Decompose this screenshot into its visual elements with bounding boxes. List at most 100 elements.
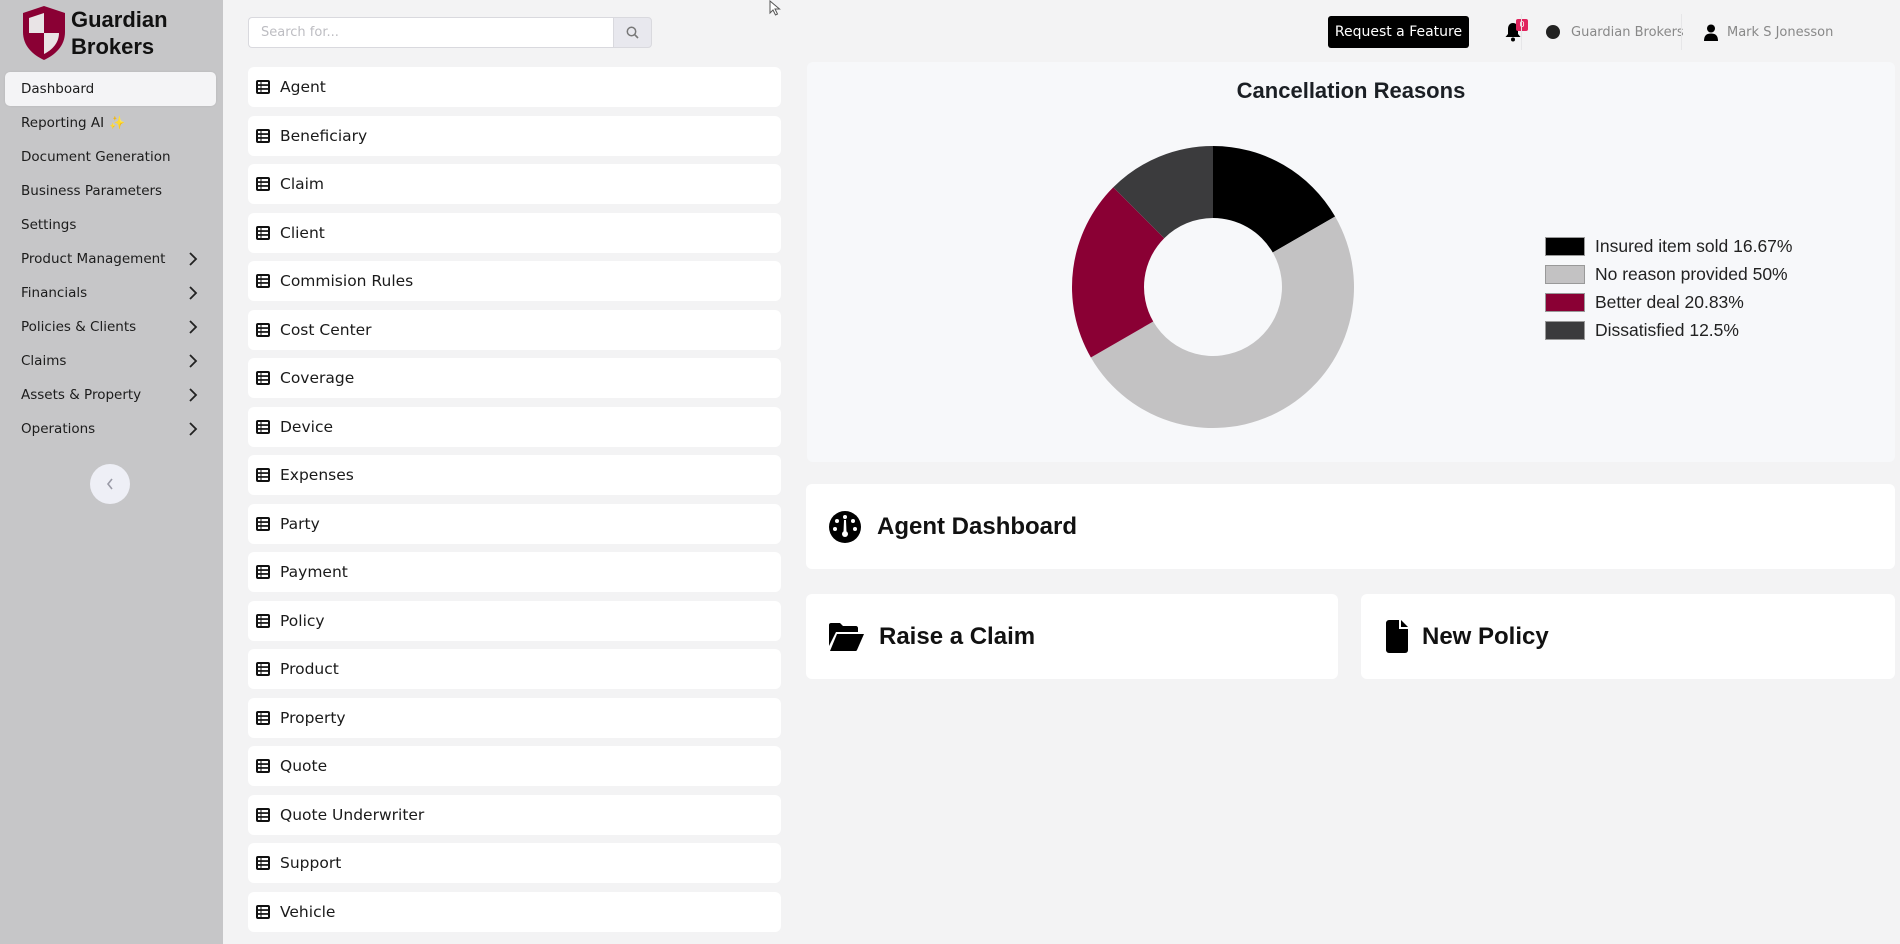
sidebar-item-product-management[interactable]: Product Management (5, 242, 216, 276)
organization-switcher[interactable]: Guardian Brokers (1546, 20, 1684, 44)
table-icon (256, 419, 270, 434)
table-icon (256, 128, 270, 143)
entity-label: Vehicle (280, 902, 336, 921)
header-divider (1521, 14, 1522, 50)
search-input[interactable] (248, 17, 613, 48)
entity-label: Property (280, 708, 346, 727)
legend-item[interactable]: No reason provided 50% (1545, 260, 1792, 288)
sidebar-nav: Dashboard Reporting AI ✨ Document Genera… (5, 72, 216, 446)
legend-item[interactable]: Dissatisfied 12.5% (1545, 316, 1792, 344)
entity-list-item[interactable]: Product (248, 649, 781, 689)
raise-claim-label: Raise a Claim (879, 622, 1036, 650)
table-icon (256, 565, 270, 579)
entity-list-item[interactable]: Client (248, 212, 781, 253)
entity-list-item[interactable]: Support (248, 843, 781, 883)
sidebar-item-claims[interactable]: Claims (5, 344, 216, 378)
entity-list-item[interactable]: Device (248, 406, 781, 447)
entity-label: Commision Rules (280, 272, 414, 290)
table-icon (256, 613, 270, 628)
sidebar-item-label: Dashboard (21, 81, 95, 97)
entity-list-item[interactable]: Claim (248, 164, 781, 204)
chevron-right-icon (189, 286, 198, 300)
entity-list-item[interactable]: Expenses (248, 455, 781, 495)
search-button[interactable] (613, 17, 652, 48)
sidebar-item-label: Document Generation (21, 149, 171, 165)
table-icon (256, 710, 270, 725)
entity-list-item[interactable]: Quote (248, 746, 781, 786)
agent-dashboard-card[interactable]: Agent Dashboard (806, 484, 1895, 569)
sidebar-item-business-parameters[interactable]: Business Parameters (5, 174, 216, 208)
entity-list-item[interactable]: Vehicle (248, 891, 781, 932)
legend-swatch (1545, 236, 1585, 256)
sidebar-item-financials[interactable]: Financials (5, 276, 216, 310)
legend-label: No reason provided 50% (1595, 263, 1788, 284)
user-name: Mark S Jonesson (1727, 24, 1834, 40)
entity-list-item[interactable]: Policy (248, 600, 781, 641)
entity-list-item[interactable]: Party (248, 503, 781, 544)
user-menu[interactable]: Mark S Jonesson (1704, 20, 1833, 44)
entity-list-item[interactable]: Quote Underwriter (248, 794, 781, 835)
header-divider (1681, 14, 1682, 50)
entity-list-item[interactable]: Commision Rules (248, 261, 781, 301)
table-icon (256, 759, 270, 773)
sidebar-item-label: Financials (21, 285, 88, 301)
chevron-right-icon (189, 422, 198, 436)
sidebar-item-operations[interactable]: Operations (5, 412, 216, 446)
sidebar-item-label: Claims (21, 353, 67, 369)
notification-badge: 0 (1516, 19, 1528, 31)
sidebar-item-policies-clients[interactable]: Policies & Clients (5, 310, 216, 344)
search-icon (626, 26, 639, 39)
entity-label: Cost Center (280, 320, 372, 339)
entity-list-item[interactable]: Property (248, 697, 781, 738)
search-bar (248, 17, 652, 48)
table-icon (256, 371, 270, 385)
sidebar-item-reporting-ai[interactable]: Reporting AI ✨ (5, 106, 216, 140)
chevron-right-icon (189, 388, 198, 402)
legend-item[interactable]: Insured item sold 16.67% (1545, 232, 1792, 260)
sidebar-collapse-button[interactable] (90, 464, 130, 504)
entity-label: Client (280, 223, 325, 242)
agent-dashboard-label: Agent Dashboard (877, 512, 1078, 540)
entity-list-item[interactable]: Agent (248, 67, 781, 107)
sidebar-item-document-generation[interactable]: Document Generation (5, 140, 216, 174)
sidebar-item-assets-property[interactable]: Assets & Property (5, 378, 216, 412)
sidebar-item-dashboard[interactable]: Dashboard (5, 72, 216, 106)
brand-name-line1: Guardian (71, 7, 168, 32)
entity-list-item[interactable]: Beneficiary (248, 115, 781, 156)
entity-label: Device (280, 417, 334, 436)
chevron-right-icon (189, 252, 198, 266)
legend-swatch (1545, 292, 1585, 312)
entity-list-item[interactable]: Payment (248, 552, 781, 592)
entity-label: Expenses (280, 466, 354, 484)
legend-swatch (1545, 264, 1585, 284)
donut-chart (1072, 146, 1354, 428)
raise-claim-card[interactable]: Raise a Claim (806, 594, 1338, 679)
mouse-cursor-icon (769, 0, 781, 16)
entity-label: Beneficiary (280, 126, 368, 145)
brand-logo[interactable]: Guardian Brokers (19, 4, 168, 62)
new-policy-label: New Policy (1422, 622, 1549, 650)
brand-name-line2: Brokers (71, 34, 155, 59)
sidebar-item-label: Policies & Clients (21, 319, 137, 335)
entity-label: Support (280, 854, 342, 872)
user-icon (1704, 24, 1718, 41)
entity-label: Quote (280, 757, 328, 775)
entity-list-item[interactable]: Coverage (248, 358, 781, 398)
entity-label: Party (280, 514, 320, 533)
sidebar-item-label: Operations (21, 421, 96, 437)
chart-legend: Insured item sold 16.67% No reason provid… (1545, 232, 1792, 344)
table-icon (256, 177, 270, 191)
request-feature-button[interactable]: Request a Feature (1328, 16, 1469, 48)
table-icon (256, 516, 270, 531)
entity-list-item[interactable]: Cost Center (248, 309, 781, 350)
shield-logo-icon (23, 6, 65, 60)
sidebar-item-settings[interactable]: Settings (5, 208, 216, 242)
legend-item[interactable]: Better deal 20.83% (1545, 288, 1792, 316)
file-icon (1386, 620, 1408, 653)
entity-label: Product (280, 660, 339, 678)
new-policy-card[interactable]: New Policy (1361, 594, 1895, 679)
legend-swatch (1545, 320, 1585, 340)
sidebar-item-label: Reporting AI (21, 115, 105, 131)
sidebar-item-label: Assets & Property (21, 387, 142, 403)
legend-label: Dissatisfied 12.5% (1595, 319, 1739, 340)
